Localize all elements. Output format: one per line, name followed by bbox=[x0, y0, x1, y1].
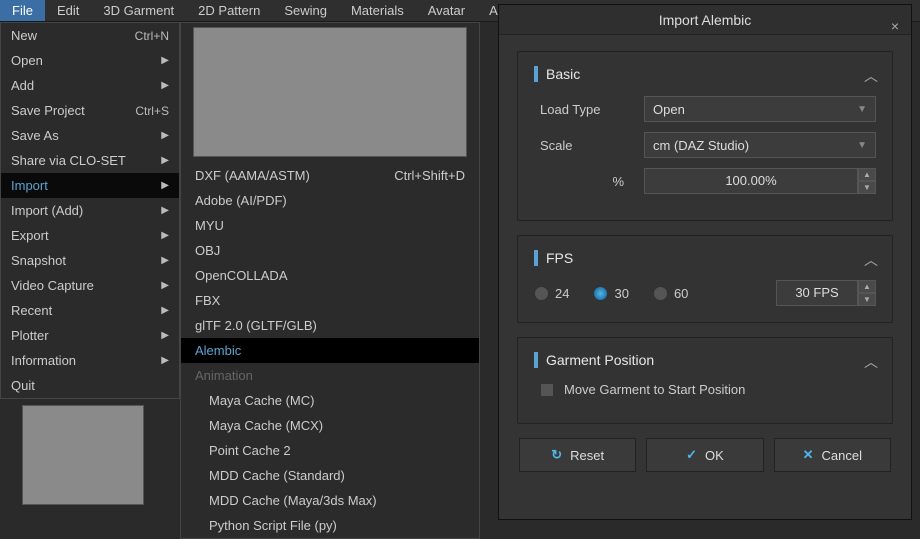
dialog-title: Import Alembic × bbox=[499, 5, 911, 35]
percent-stepper[interactable]: ▲▼ bbox=[858, 168, 876, 194]
chevron-right-icon: ▶ bbox=[161, 255, 169, 266]
submenu-item-obj[interactable]: OBJ bbox=[181, 238, 479, 263]
fps-radio-30[interactable]: 30 bbox=[593, 286, 628, 301]
percent-label: % bbox=[534, 174, 644, 189]
file-menu-item-import-add-[interactable]: Import (Add)▶ bbox=[1, 198, 179, 223]
chevron-right-icon: ▶ bbox=[161, 230, 169, 241]
chevron-right-icon: ▶ bbox=[161, 330, 169, 341]
chevron-up-icon[interactable]: ︿ bbox=[864, 352, 878, 372]
menubar-item-sewing[interactable]: Sewing bbox=[272, 0, 339, 21]
checkbox-icon bbox=[540, 383, 554, 397]
load-type-label: Load Type bbox=[534, 102, 644, 117]
submenu-item-dxf-aama-astm-[interactable]: DXF (AAMA/ASTM)Ctrl+Shift+D bbox=[181, 163, 479, 188]
submenu-item-mdd-cache-standard-[interactable]: MDD Cache (Standard) bbox=[181, 463, 479, 488]
workspace-thumbnail bbox=[22, 405, 144, 505]
submenu-item-fbx[interactable]: FBX bbox=[181, 288, 479, 313]
scale-select[interactable]: cm (DAZ Studio)▼ bbox=[644, 132, 876, 158]
submenu-item-alembic[interactable]: Alembic bbox=[181, 338, 479, 363]
submenu-item-gltf-2-0-gltf-glb-[interactable]: glTF 2.0 (GLTF/GLB) bbox=[181, 313, 479, 338]
load-type-select[interactable]: Open▼ bbox=[644, 96, 876, 122]
ok-button[interactable]: ✓OK bbox=[646, 438, 763, 472]
radio-icon bbox=[593, 286, 608, 301]
radio-icon bbox=[534, 286, 549, 301]
fps-section-title: FPS bbox=[534, 250, 876, 266]
chevron-right-icon: ▶ bbox=[161, 305, 169, 316]
percent-input[interactable]: 100.00% bbox=[644, 168, 858, 194]
basic-section: Basic ︿ Load Type Open▼ Scale cm (DAZ St… bbox=[517, 51, 893, 221]
fps-section: FPS ︿ 24 30 60 30 FPS▲▼ bbox=[517, 235, 893, 323]
chevron-right-icon: ▶ bbox=[161, 280, 169, 291]
chevron-right-icon: ▶ bbox=[161, 180, 169, 191]
menubar-item-2d-pattern[interactable]: 2D Pattern bbox=[186, 0, 272, 21]
cancel-button[interactable]: ✕Cancel bbox=[774, 438, 891, 472]
dialog-title-text: Import Alembic bbox=[659, 12, 752, 28]
chevron-up-icon[interactable]: ▲ bbox=[858, 168, 876, 181]
fps-radio-24[interactable]: 24 bbox=[534, 286, 569, 301]
file-menu-item-share-via-clo-set[interactable]: Share via CLO-SET▶ bbox=[1, 148, 179, 173]
file-menu-item-information[interactable]: Information▶ bbox=[1, 348, 179, 373]
submenu-item-python-script-file-py-[interactable]: Python Script File (py) bbox=[181, 513, 479, 538]
submenu-item-mdd-cache-maya-3ds-max-[interactable]: MDD Cache (Maya/3ds Max) bbox=[181, 488, 479, 513]
submenu-item-point-cache-2[interactable]: Point Cache 2 bbox=[181, 438, 479, 463]
submenu-item-maya-cache-mc-[interactable]: Maya Cache (MC) bbox=[181, 388, 479, 413]
check-icon: ✓ bbox=[686, 447, 697, 463]
submenu-item-myu[interactable]: MYU bbox=[181, 213, 479, 238]
fps-input[interactable]: 30 FPS bbox=[776, 280, 858, 306]
file-menu-item-import[interactable]: Import▶ bbox=[1, 173, 179, 198]
submenu-item-maya-cache-mcx-[interactable]: Maya Cache (MCX) bbox=[181, 413, 479, 438]
x-icon: ✕ bbox=[803, 447, 814, 463]
chevron-right-icon: ▶ bbox=[161, 80, 169, 91]
reset-button[interactable]: ↻Reset bbox=[519, 438, 636, 472]
garment-section-title: Garment Position bbox=[534, 352, 876, 368]
submenu-item-animation: Animation bbox=[181, 363, 479, 388]
chevron-right-icon: ▶ bbox=[161, 205, 169, 216]
chevron-down-icon[interactable]: ▼ bbox=[858, 293, 876, 306]
chevron-right-icon: ▶ bbox=[161, 55, 169, 66]
file-menu-item-snapshot[interactable]: Snapshot▶ bbox=[1, 248, 179, 273]
file-menu-item-open[interactable]: Open▶ bbox=[1, 48, 179, 73]
chevron-up-icon[interactable]: ▲ bbox=[858, 280, 876, 293]
chevron-down-icon[interactable]: ▼ bbox=[858, 181, 876, 194]
file-menu-item-save-as[interactable]: Save As▶ bbox=[1, 123, 179, 148]
chevron-right-icon: ▶ bbox=[161, 130, 169, 141]
fps-radio-60[interactable]: 60 bbox=[653, 286, 688, 301]
viewport-preview bbox=[193, 27, 467, 157]
submenu-item-opencollada[interactable]: OpenCOLLADA bbox=[181, 263, 479, 288]
import-alembic-dialog: Import Alembic × Basic ︿ Load Type Open▼… bbox=[498, 4, 912, 520]
menubar-item-materials[interactable]: Materials bbox=[339, 0, 416, 21]
chevron-up-icon[interactable]: ︿ bbox=[864, 250, 878, 270]
basic-section-title: Basic bbox=[534, 66, 876, 82]
close-icon[interactable]: × bbox=[887, 11, 903, 27]
import-submenu: DXF (AAMA/ASTM)Ctrl+Shift+DAdobe (AI/PDF… bbox=[180, 22, 480, 539]
file-menu-item-new[interactable]: NewCtrl+N bbox=[1, 23, 179, 48]
submenu-item-adobe-ai-pdf-[interactable]: Adobe (AI/PDF) bbox=[181, 188, 479, 213]
file-menu-item-recent[interactable]: Recent▶ bbox=[1, 298, 179, 323]
menubar-item-avatar[interactable]: Avatar bbox=[416, 0, 477, 21]
chevron-down-icon: ▼ bbox=[857, 104, 867, 115]
chevron-up-icon[interactable]: ︿ bbox=[864, 66, 878, 86]
menubar-item-file[interactable]: File bbox=[0, 0, 45, 21]
menubar-item-edit[interactable]: Edit bbox=[45, 0, 91, 21]
fps-stepper[interactable]: ▲▼ bbox=[858, 280, 876, 306]
file-menu-item-video-capture[interactable]: Video Capture▶ bbox=[1, 273, 179, 298]
file-menu-item-export[interactable]: Export▶ bbox=[1, 223, 179, 248]
move-garment-checkbox[interactable]: Move Garment to Start Position bbox=[534, 382, 745, 397]
refresh-icon: ↻ bbox=[551, 447, 562, 463]
scale-label: Scale bbox=[534, 138, 644, 153]
file-menu-item-plotter[interactable]: Plotter▶ bbox=[1, 323, 179, 348]
file-menu: NewCtrl+NOpen▶Add▶Save ProjectCtrl+SSave… bbox=[0, 22, 180, 399]
chevron-down-icon: ▼ bbox=[857, 140, 867, 151]
menubar-item-3d-garment[interactable]: 3D Garment bbox=[91, 0, 186, 21]
radio-icon bbox=[653, 286, 668, 301]
file-menu-item-save-project[interactable]: Save ProjectCtrl+S bbox=[1, 98, 179, 123]
garment-position-section: Garment Position ︿ Move Garment to Start… bbox=[517, 337, 893, 424]
chevron-right-icon: ▶ bbox=[161, 355, 169, 366]
file-menu-item-quit[interactable]: Quit bbox=[1, 373, 179, 398]
file-menu-item-add[interactable]: Add▶ bbox=[1, 73, 179, 98]
chevron-right-icon: ▶ bbox=[161, 155, 169, 166]
